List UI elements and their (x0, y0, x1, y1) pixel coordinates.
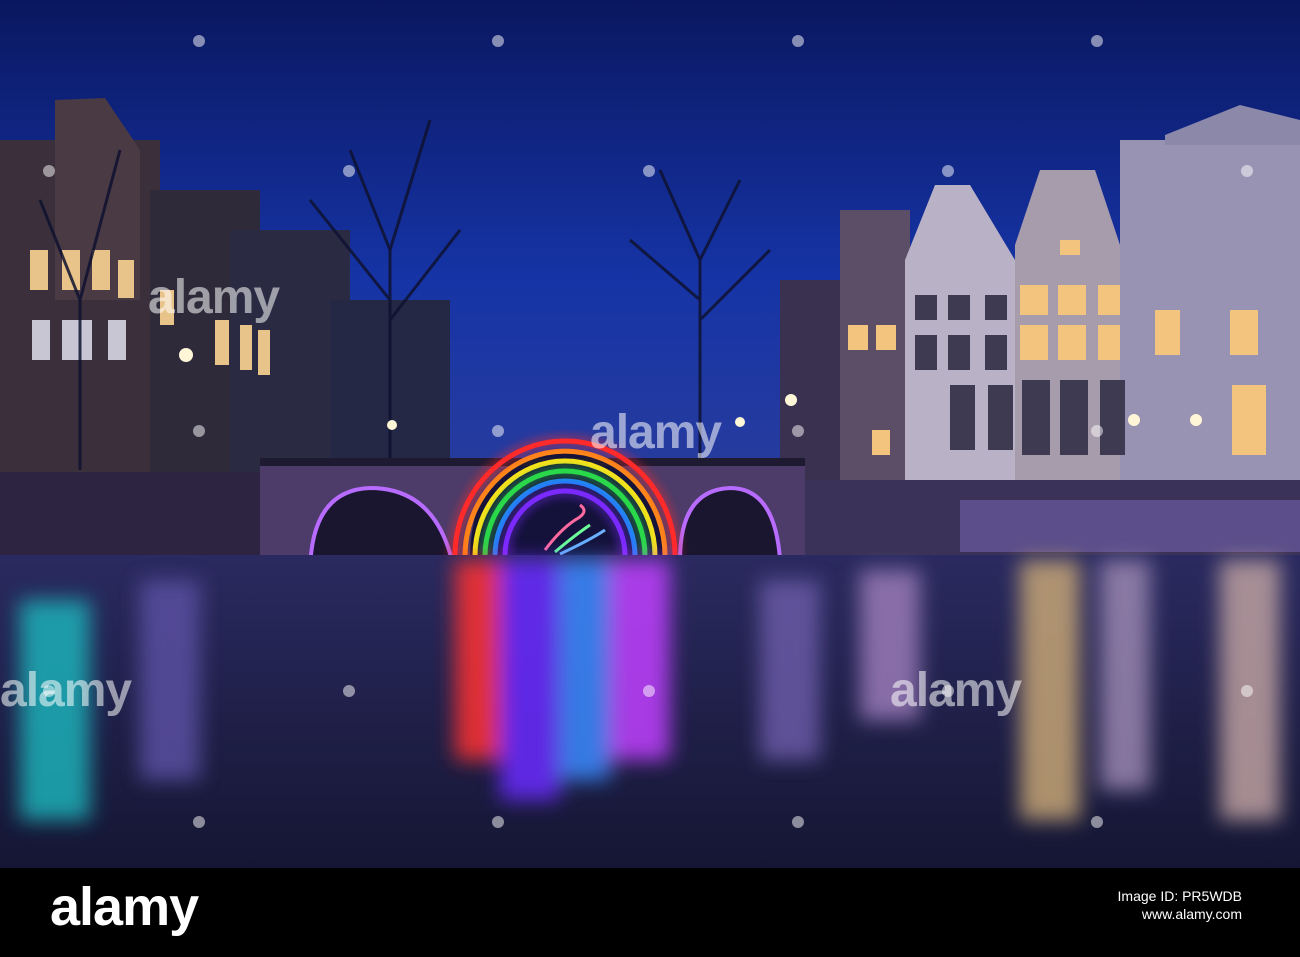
watermark-logo: alamy (0, 664, 132, 717)
footer-logo: alamy (50, 877, 199, 937)
site-url: www.alamy.com (1141, 906, 1242, 922)
watermark-logo: alamy (890, 664, 1022, 717)
footer-info: Image ID: PR5WDB www.alamy.com (1118, 888, 1242, 922)
footer-bar: alamy Image ID: PR5WDB www.alamy.com (0, 868, 1300, 957)
watermark-logo: alamy (148, 271, 280, 324)
right-quay-lit (960, 500, 1300, 552)
image-id-label: Image ID: PR5WDB (1117, 888, 1242, 904)
photo-frame: alamy alamy alamy alamy alamy Image ID: … (0, 0, 1300, 957)
watermark-logo: alamy (590, 406, 722, 459)
